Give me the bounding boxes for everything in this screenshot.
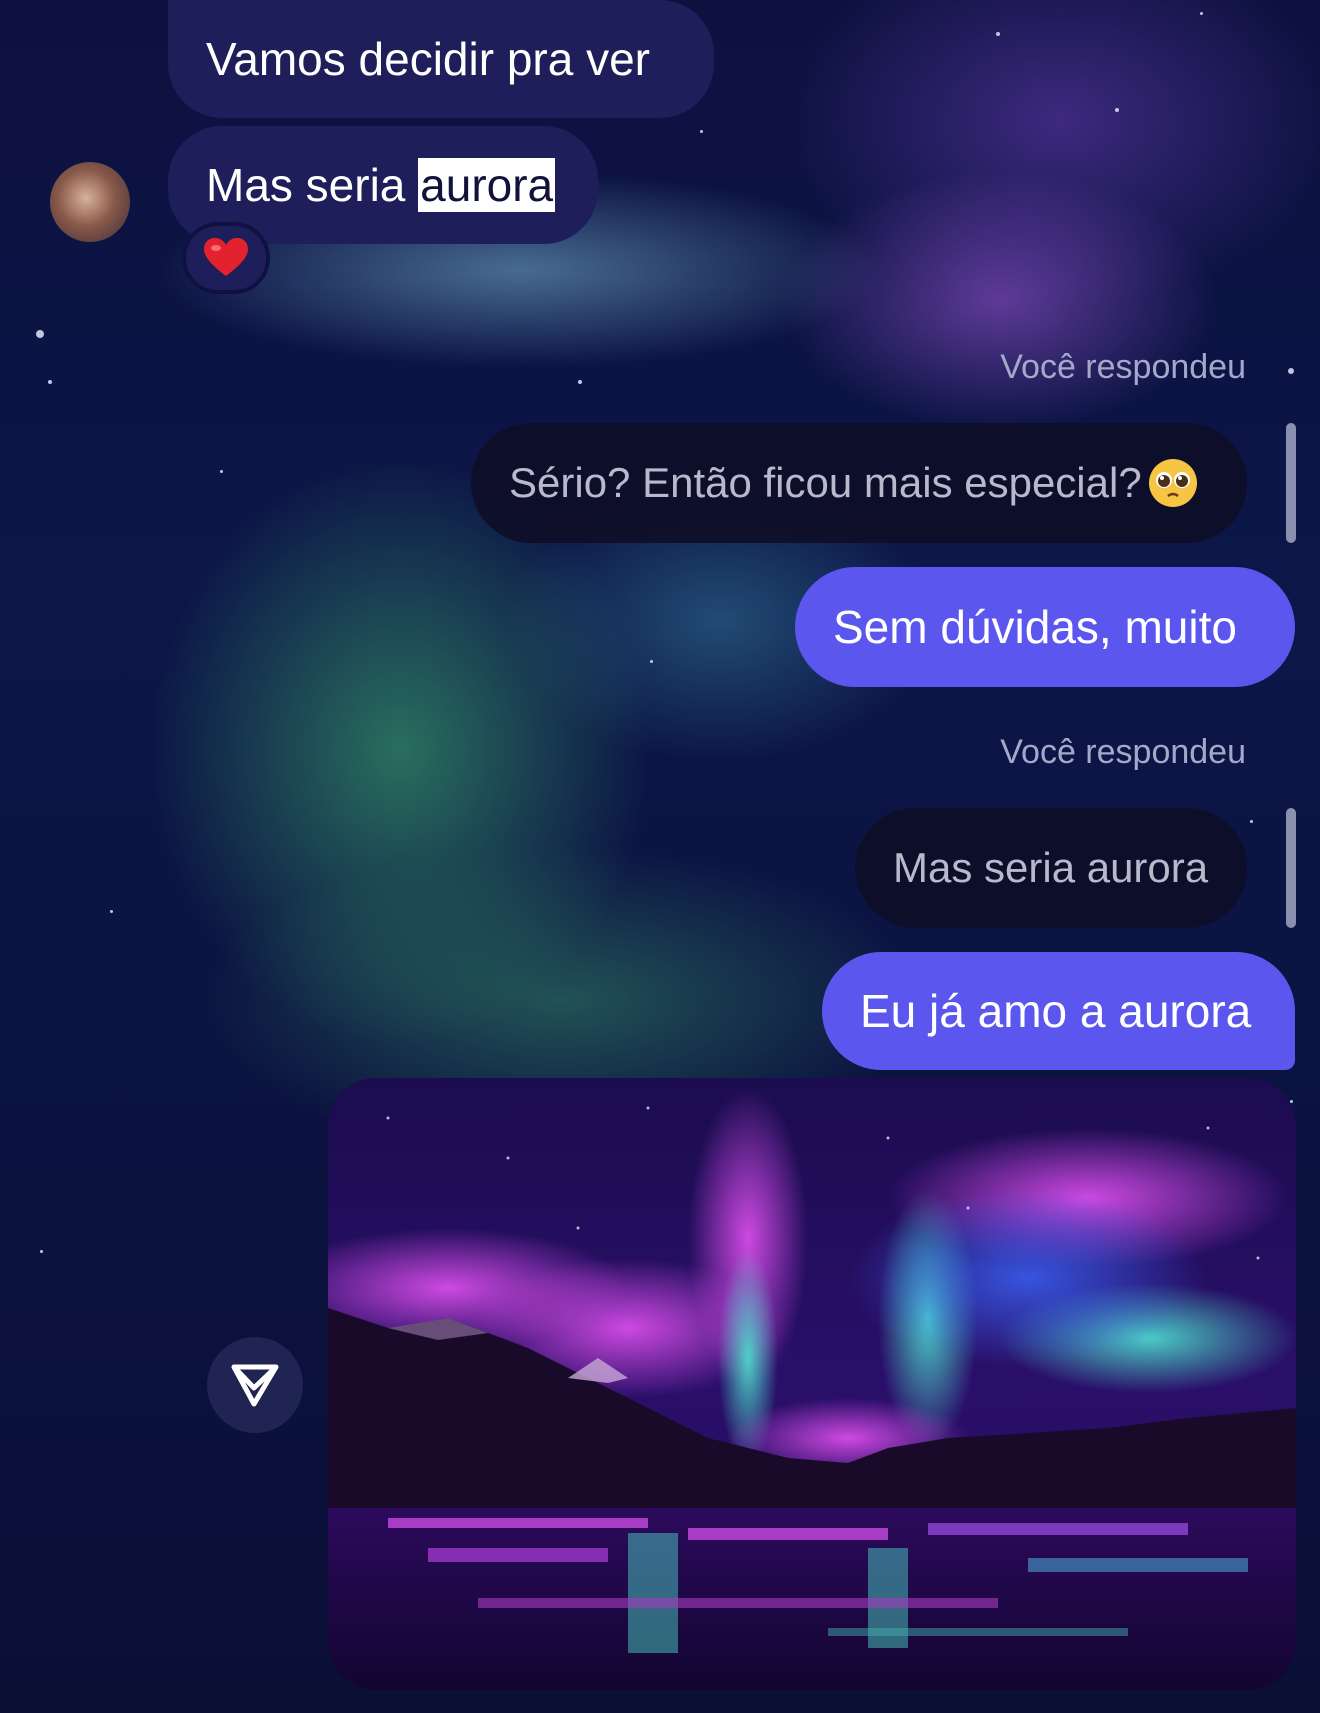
- message-text: Vamos decidir pra ver: [206, 33, 650, 85]
- replied-label: Você respondeu: [1000, 733, 1246, 771]
- heart-icon: [204, 238, 248, 276]
- replied-label: Você respondeu: [1000, 348, 1246, 386]
- message-outgoing[interactable]: Sem dúvidas, muito: [795, 567, 1295, 687]
- message-text: Eu já amo a aurora: [860, 985, 1252, 1037]
- send-share-icon: [231, 1364, 279, 1407]
- message-text: Sem dúvidas, muito: [833, 601, 1237, 653]
- reply-quote[interactable]: Mas seria aurora: [855, 808, 1247, 928]
- message-text: Mas seria: [206, 159, 419, 211]
- message-reaction[interactable]: [182, 222, 270, 294]
- contact-avatar[interactable]: [50, 162, 130, 242]
- reply-quote[interactable]: Sério? Então ficou mais especial?: [471, 423, 1247, 543]
- message-outgoing[interactable]: Eu já amo a aurora: [822, 952, 1295, 1070]
- aurora-photo[interactable]: [328, 1078, 1296, 1690]
- reply-quote-text: Sério? Então ficou mais especial?: [509, 459, 1142, 506]
- reply-indicator-bar: [1286, 808, 1296, 928]
- pleading-face-emoji: [1148, 458, 1198, 508]
- selected-text[interactable]: aurora: [418, 158, 556, 212]
- reply-quote-text: Mas seria aurora: [893, 844, 1209, 891]
- message-incoming[interactable]: Vamos decidir pra ver: [168, 0, 714, 118]
- reply-indicator-bar: [1286, 423, 1296, 543]
- share-button[interactable]: [207, 1337, 303, 1433]
